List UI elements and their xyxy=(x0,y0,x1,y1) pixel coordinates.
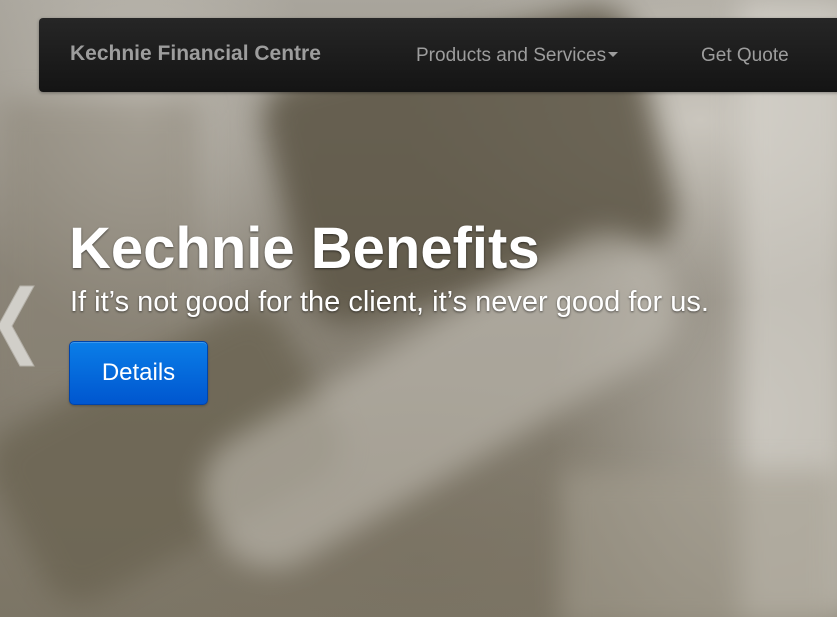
details-button[interactable]: Details xyxy=(69,341,208,405)
brand-link[interactable]: Kechnie Financial Centre xyxy=(70,42,321,66)
hero-title: Kechnie Benefits xyxy=(69,216,540,281)
top-navbar: Kechnie Financial Centre Products and Se… xyxy=(39,18,837,92)
nav-products-label: Products and Services xyxy=(416,45,607,66)
nav-get-quote-label: Get Quote xyxy=(701,45,789,66)
hero-tagline: If it’s not good for the client, it’s ne… xyxy=(70,286,709,318)
nav-products-dropdown[interactable]: Products and Services xyxy=(416,45,619,67)
carousel-prev-button[interactable] xyxy=(0,278,46,374)
nav-get-quote[interactable]: Get Quote xyxy=(701,45,789,67)
chevron-left-icon xyxy=(0,285,35,367)
caret-down-icon xyxy=(608,51,619,57)
